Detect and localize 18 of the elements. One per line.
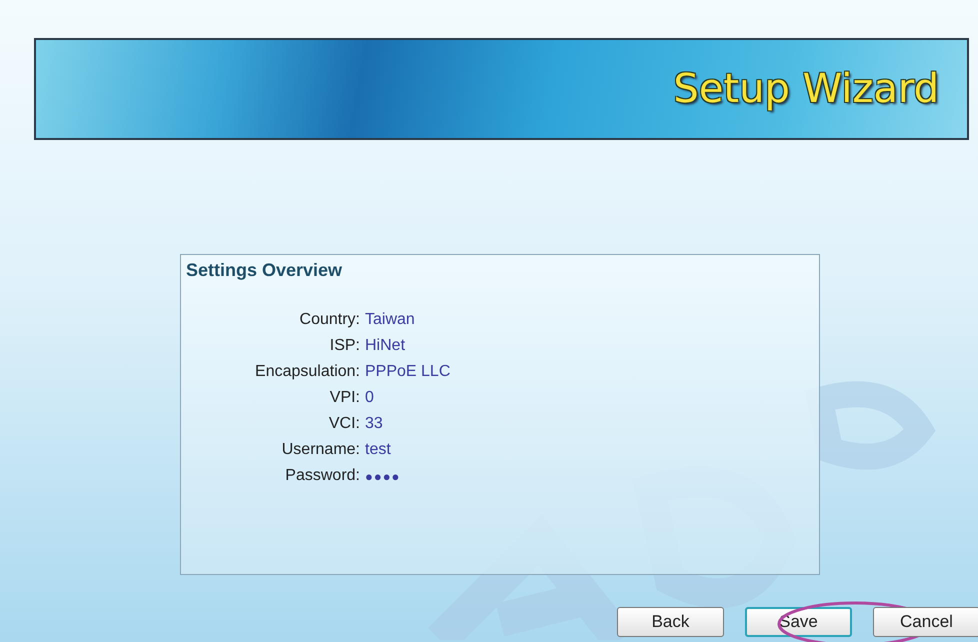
field-value: ●●●● [365,468,402,486]
field-label: ISP: [328,337,360,355]
field-value: test [365,441,392,459]
wizard-button[interactable]: Cancel [873,607,978,637]
field-value: 0 [365,389,375,407]
field-label: VCI: [328,415,360,433]
field-label: Password: [284,467,360,486]
field-label: Username: [280,441,360,459]
field-value: 33 [365,415,384,433]
field-value: HiNet [365,337,406,355]
field-label: Encapsulation: [254,363,360,381]
field-value: Taiwan [365,311,416,329]
banner-title: Setup Wizard [673,66,939,112]
field-label: VPI: [328,389,360,407]
panel-title: Settings Overview [186,260,344,281]
wizard-button[interactable]: Back [617,607,724,637]
field-label: Country: [298,311,360,329]
field-value: PPPoE LLC [365,363,450,381]
